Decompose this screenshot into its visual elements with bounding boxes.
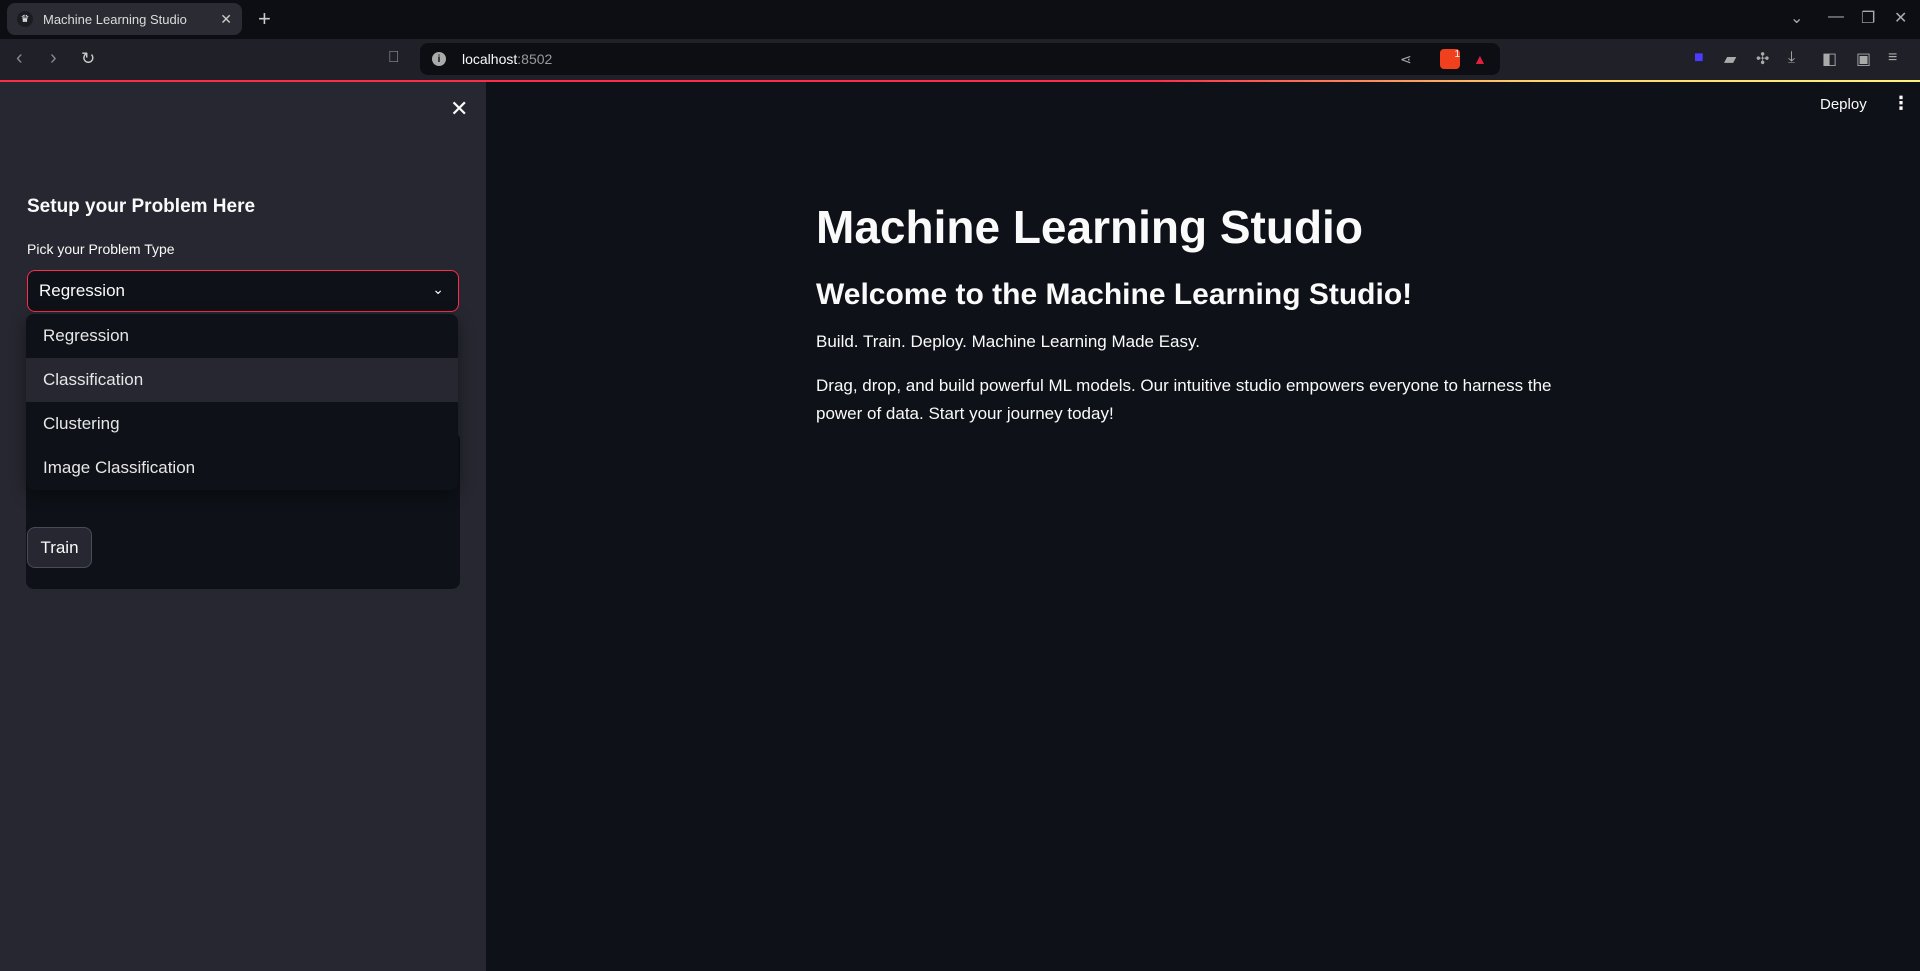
description: Drag, drop, and build powerful ML models…	[816, 376, 1552, 423]
brave-rewards-icon[interactable]: ▲	[1473, 51, 1487, 67]
sidebar-toggle-icon[interactable]: ◧	[1822, 49, 1837, 69]
extension-icon[interactable]: ▰	[1724, 49, 1736, 69]
problem-type-select[interactable]: Regression ⌄	[27, 270, 459, 312]
browser-tab-bar: ♛ Machine Learning Studio ✕ + ⌄ — ❐ ✕	[0, 0, 1920, 39]
tab-list-chevron-icon[interactable]: ⌄	[1790, 8, 1803, 28]
sidebar-heading: Setup your Problem Here	[27, 196, 256, 217]
deploy-button[interactable]: Deploy	[1820, 96, 1867, 113]
restore-icon[interactable]: ❐	[1861, 8, 1875, 28]
selected-value: Regression	[39, 281, 125, 300]
reload-icon[interactable]: ↻	[81, 49, 95, 69]
browser-tab[interactable]: ♛ Machine Learning Studio ✕	[7, 3, 242, 35]
url-host: localhost	[462, 51, 518, 67]
close-tab-icon[interactable]: ✕	[220, 11, 232, 28]
window-close-icon[interactable]: ✕	[1894, 8, 1907, 28]
page-title: Machine Learning Studio	[816, 201, 1363, 253]
shields-badge: 1	[1454, 49, 1460, 60]
download-icon[interactable]: ⤓	[1788, 49, 1795, 67]
browser-toolbar: ‹ › ↻ ⎕ i localhost:8502 ⋖ 1 ▲ ■ ▰ ✣ ⤓ ◧…	[0, 39, 1920, 80]
option-clustering[interactable]: Clustering	[26, 402, 458, 446]
back-icon[interactable]: ‹	[16, 47, 23, 70]
wallet-icon[interactable]: ▣	[1856, 49, 1871, 69]
problem-type-label: Pick your Problem Type	[27, 241, 175, 257]
sidebar: ✕ Setup your Problem Here Pick your Prob…	[0, 82, 486, 971]
menu-icon[interactable]: ≡	[1888, 49, 1897, 67]
close-sidebar-icon[interactable]: ✕	[450, 96, 468, 122]
tagline: Build. Train. Deploy. Machine Learning M…	[816, 332, 1200, 351]
problem-type-options: Regression Classification Clustering Ima…	[26, 314, 458, 490]
brave-shields-icon[interactable]: 1	[1440, 49, 1460, 69]
extensions-puzzle-icon[interactable]: ✣	[1756, 49, 1769, 69]
tab-title: Machine Learning Studio	[43, 11, 187, 27]
more-options-icon[interactable]: ⋮	[1892, 93, 1910, 114]
option-classification[interactable]: Classification	[26, 358, 458, 402]
share-icon[interactable]: ⋖	[1400, 51, 1412, 68]
chevron-down-icon: ⌄	[432, 281, 444, 297]
new-tab-icon[interactable]: +	[258, 6, 271, 32]
main-content: Machine Learning Studio Welcome to the M…	[816, 200, 1596, 444]
bookmark-icon[interactable]: ⎕	[389, 49, 399, 67]
train-button[interactable]: Train	[27, 527, 92, 568]
option-image-classification[interactable]: Image Classification	[26, 446, 458, 490]
option-regression[interactable]: Regression	[26, 314, 458, 358]
crown-icon: ♛	[17, 11, 33, 27]
minimize-icon[interactable]: —	[1828, 8, 1844, 26]
url-port: :8502	[517, 51, 553, 67]
bitwarden-icon[interactable]: ■	[1694, 49, 1704, 67]
forward-icon[interactable]: ›	[50, 47, 57, 70]
welcome-heading: Welcome to the Machine Learning Studio!	[816, 278, 1413, 311]
site-info-icon[interactable]: i	[432, 52, 446, 66]
address-bar[interactable]: i localhost:8502 ⋖ 1 ▲	[420, 43, 1500, 75]
